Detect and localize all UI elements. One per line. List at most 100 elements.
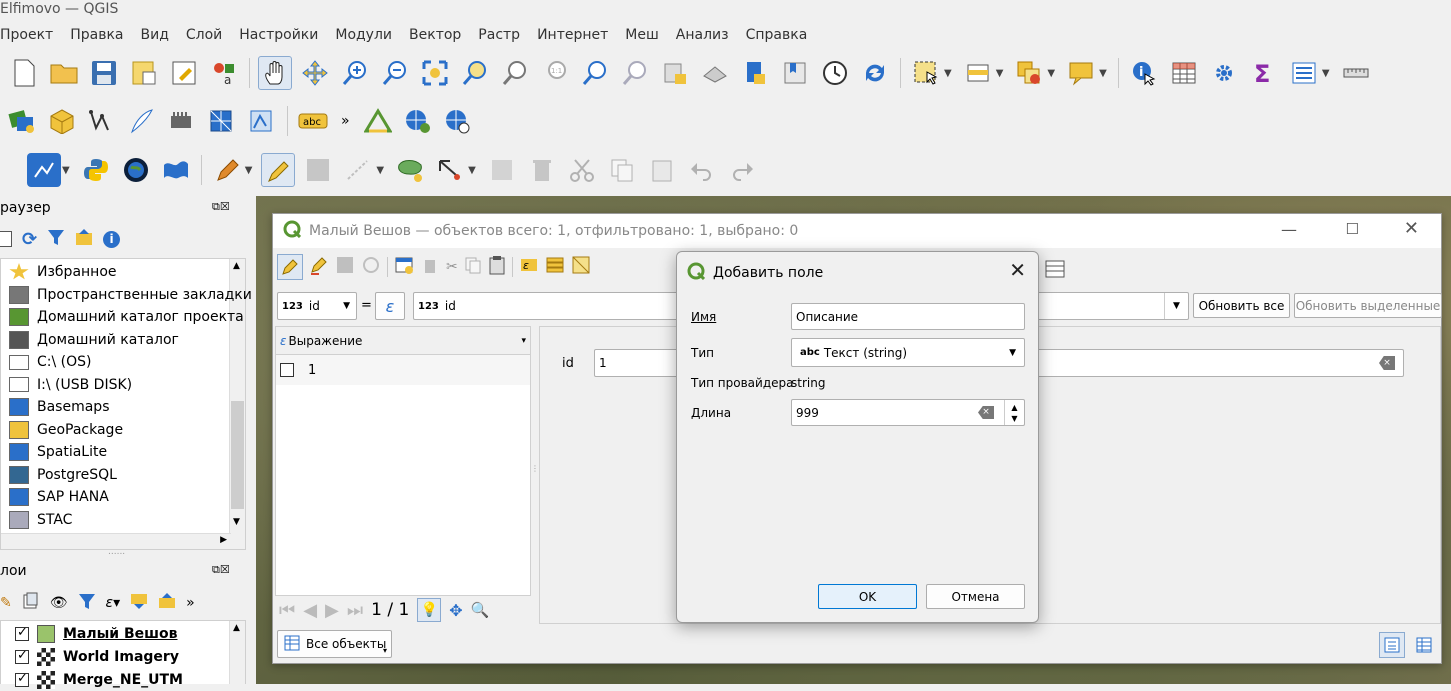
style-manager-icon[interactable]: a [207, 56, 241, 90]
menu-item[interactable]: Слой [186, 24, 230, 48]
chevron-down-icon[interactable]: ▼ [62, 165, 70, 176]
maximize-icon[interactable]: ☐ [1346, 220, 1359, 238]
menu-item[interactable]: Интернет [537, 24, 616, 48]
help-info-icon[interactable]: i [103, 230, 121, 248]
chevron-down-icon[interactable]: ▼ [1099, 68, 1107, 79]
zoom-in-icon[interactable] [338, 56, 372, 90]
splitter-handle[interactable]: ⋮ [531, 464, 539, 474]
chevron-down-icon[interactable]: ▼ [1322, 68, 1330, 79]
modify-attributes-icon[interactable] [485, 153, 519, 187]
clear-field-icon[interactable]: × [1379, 356, 1395, 370]
statistics-sigma-icon[interactable]: Σ [1247, 56, 1281, 90]
toggle-editing-icon[interactable] [277, 254, 303, 280]
new-temp-scratch-icon[interactable] [245, 104, 279, 138]
show-features-filter-button[interactable]: Все объекты ▾ [277, 630, 392, 658]
add-group-icon[interactable] [22, 592, 40, 614]
menu-item[interactable]: Вид [141, 24, 177, 48]
next-page-icon[interactable]: ▶ [325, 600, 339, 621]
layer-visibility-checkbox[interactable] [15, 671, 29, 687]
menu-item[interactable]: Настройки [239, 24, 326, 48]
row-checkbox[interactable] [280, 363, 294, 377]
chevron-down-icon[interactable]: ▼ [376, 165, 384, 176]
save-edits-icon[interactable] [301, 153, 335, 187]
menu-item[interactable]: Справка [746, 24, 816, 48]
layers-scrollbar[interactable]: ▲ [229, 621, 245, 684]
vertex-tool-icon[interactable] [433, 153, 467, 187]
delete-selected-icon[interactable] [525, 153, 559, 187]
menu-item[interactable]: Анализ [676, 24, 737, 48]
browser-item[interactable]: Домашний каталог [9, 329, 179, 351]
open-project-icon[interactable] [47, 56, 81, 90]
layer-item[interactable]: Merge_NE_UTM [15, 669, 183, 691]
new-project-icon[interactable] [7, 56, 41, 90]
form-view-icon[interactable] [1379, 632, 1405, 658]
length-spinbox[interactable]: 999 × ▲ ▼ [791, 399, 1025, 426]
browser-item[interactable]: PostgreSQL [9, 464, 117, 486]
browser-item[interactable]: GeoPackage [9, 419, 123, 441]
browser-item[interactable]: SpatiaLite [9, 441, 107, 463]
undo-icon[interactable] [685, 153, 719, 187]
menu-item[interactable]: Проект [0, 24, 61, 48]
copy-icon[interactable] [464, 256, 482, 278]
browser-item[interactable]: Избранное [9, 261, 117, 283]
list-item[interactable]: 1 [276, 355, 530, 385]
chevron-down-icon[interactable]: ▼ [944, 68, 952, 79]
browser-item[interactable]: SAP HANA [9, 486, 109, 508]
zoom-out-icon[interactable] [378, 56, 412, 90]
layer-visibility-checkbox[interactable] [15, 625, 29, 641]
paste-features-icon[interactable] [645, 153, 679, 187]
measure-ruler-icon[interactable] [1339, 56, 1373, 90]
pan-hand-icon[interactable] [258, 56, 292, 90]
invert-selection-icon[interactable] [571, 255, 591, 279]
new-spatialite-icon[interactable] [125, 104, 159, 138]
chevron-down-icon[interactable]: ▼ [1164, 293, 1188, 319]
minimize-icon[interactable]: — [1281, 220, 1297, 239]
paste-icon[interactable] [488, 255, 506, 279]
update-selected-button[interactable]: Обновить выделенные [1294, 293, 1442, 318]
expression-filter-icon[interactable]: ε▾ [106, 595, 121, 611]
temporal-controller-icon[interactable] [818, 56, 852, 90]
new-map-view-icon[interactable] [658, 56, 692, 90]
prev-page-icon[interactable]: ◀ [303, 600, 317, 621]
browser-item[interactable]: Пространственные закладки [9, 284, 252, 306]
basemap-waves-icon[interactable] [159, 153, 193, 187]
chevron-down-icon[interactable]: ▼ [1047, 68, 1055, 79]
menu-item[interactable]: Меш [625, 24, 667, 48]
multi-edit-icon[interactable] [309, 255, 329, 279]
select-features-icon[interactable] [909, 56, 943, 90]
type-select[interactable]: abc Текст (string) ▼ [791, 338, 1025, 367]
save-project-icon[interactable] [87, 56, 121, 90]
close-icon[interactable]: ✕ [1404, 218, 1419, 239]
pan-to-feature-icon[interactable]: ✥ [449, 601, 462, 620]
save-as-icon[interactable] [127, 56, 161, 90]
print-layout-icon[interactable] [167, 56, 201, 90]
select-all-icon[interactable] [545, 255, 565, 279]
add-feature-icon[interactable] [394, 255, 414, 279]
highlight-bulb-icon[interactable]: 💡 [417, 598, 442, 622]
cancel-button[interactable]: Отмена [926, 584, 1025, 609]
zoom-to-feature-icon[interactable]: 🔍 [471, 601, 490, 619]
dock-table-icon[interactable] [1045, 260, 1065, 282]
spin-up-icon[interactable]: ▲ [1011, 402, 1017, 413]
chevron-down-icon[interactable]: ▼ [996, 68, 1004, 79]
select-by-expression-icon[interactable]: ε [519, 255, 539, 279]
browser-item[interactable]: STAC [9, 509, 72, 531]
copy-features-icon[interactable] [605, 153, 639, 187]
show-bookmarks-icon[interactable] [778, 56, 812, 90]
delete-feature-icon[interactable] [420, 255, 440, 279]
update-all-button[interactable]: Обновить все [1193, 293, 1290, 318]
menu-item[interactable]: Модули [335, 24, 400, 48]
new-3d-view-icon[interactable] [698, 56, 732, 90]
panel-float-close-icon[interactable]: ⧉☒ [212, 200, 230, 214]
digitize-triangle-icon[interactable] [361, 104, 395, 138]
ok-button[interactable]: OK [818, 584, 917, 609]
select-by-value-icon[interactable] [961, 56, 995, 90]
zoom-next-icon[interactable] [618, 56, 652, 90]
toolbox-gear-icon[interactable] [1207, 56, 1241, 90]
clear-field-icon[interactable]: × [978, 406, 994, 419]
toggle-editing-icon[interactable] [261, 153, 296, 187]
zoom-last-icon[interactable] [578, 56, 612, 90]
chevron-down-icon[interactable]: ▼ [468, 165, 476, 176]
plugin-manager-icon[interactable] [27, 153, 61, 187]
field-select[interactable]: 123 id ▼ [277, 292, 357, 320]
